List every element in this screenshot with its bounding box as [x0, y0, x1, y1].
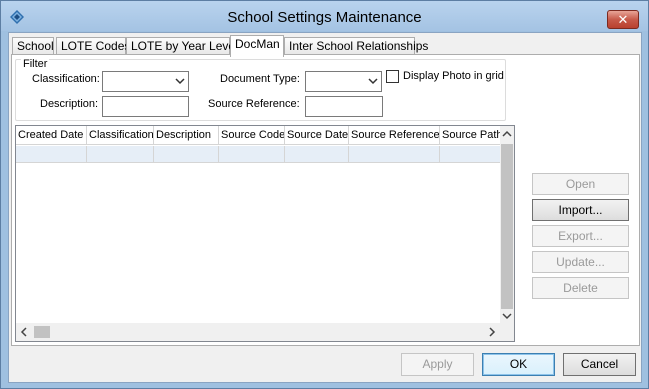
column-header-description[interactable]: Description [154, 126, 219, 145]
update-button[interactable]: Update... [532, 251, 629, 273]
table-cell[interactable] [285, 146, 349, 162]
tab-docman[interactable]: DocMan [230, 35, 284, 57]
vertical-scrollbar-thumb[interactable] [501, 144, 513, 309]
app-window: School Settings Maintenance ✕ School LOT… [0, 0, 649, 389]
column-header-source-reference[interactable]: Source Reference [349, 126, 440, 145]
table-cell[interactable] [440, 146, 502, 162]
title-bar: School Settings Maintenance ✕ [1, 1, 648, 31]
column-header-source-date[interactable]: Source Date [285, 126, 349, 145]
classification-label: Classification: [32, 73, 100, 85]
apply-button[interactable]: Apply [401, 353, 474, 376]
table-row[interactable] [16, 146, 502, 163]
cancel-button[interactable]: Cancel [563, 353, 636, 376]
display-photo-label: Display Photo in grid [403, 70, 504, 82]
ok-button[interactable]: OK [482, 353, 555, 376]
scroll-down-icon[interactable] [502, 312, 512, 320]
table-cell[interactable] [87, 146, 154, 162]
docman-tab-panel: Filter Classification: Document Type: Di… [11, 54, 640, 346]
scroll-left-icon[interactable] [20, 327, 28, 337]
table-cell[interactable] [154, 146, 219, 162]
table-cell[interactable] [349, 146, 440, 162]
scroll-up-icon[interactable] [502, 130, 512, 138]
description-input[interactable] [102, 96, 189, 117]
chevron-down-icon [175, 78, 185, 85]
export-button[interactable]: Export... [532, 225, 629, 247]
column-header-created-date[interactable]: Created Date [16, 126, 87, 145]
open-button[interactable]: Open [532, 173, 629, 195]
filter-group: Filter Classification: Document Type: Di… [15, 58, 506, 121]
horizontal-scrollbar[interactable] [16, 323, 502, 341]
display-photo-checkbox[interactable] [386, 70, 399, 83]
description-label: Description: [40, 98, 99, 110]
column-header-source-path[interactable]: Source Path [440, 126, 502, 145]
horizontal-scrollbar-thumb[interactable] [34, 326, 50, 338]
scroll-right-icon[interactable] [488, 327, 496, 337]
document-type-dropdown[interactable] [305, 71, 382, 92]
window-title: School Settings Maintenance [227, 9, 422, 26]
grid-header: Created Date Classification Description … [16, 126, 502, 145]
filter-legend: Filter [21, 58, 50, 70]
import-button[interactable]: Import... [532, 199, 629, 221]
chevron-down-icon [368, 78, 378, 85]
delete-button[interactable]: Delete [532, 277, 629, 299]
classification-dropdown[interactable] [102, 71, 189, 92]
source-reference-label: Source Reference: [208, 98, 300, 110]
scrollbar-corner [500, 323, 514, 341]
table-cell[interactable] [219, 146, 285, 162]
column-header-classification[interactable]: Classification [87, 126, 154, 145]
close-icon: ✕ [617, 12, 629, 27]
table-cell[interactable] [16, 146, 87, 162]
close-button[interactable]: ✕ [607, 10, 639, 29]
dialog-client-area: School LOTE Codes LOTE by Year Level Doc… [8, 32, 642, 383]
source-reference-input[interactable] [305, 96, 383, 117]
documents-grid[interactable]: Created Date Classification Description … [15, 125, 515, 342]
document-type-label: Document Type: [220, 73, 300, 85]
column-header-source-code[interactable]: Source Code [219, 126, 285, 145]
vertical-scrollbar[interactable] [500, 126, 514, 324]
